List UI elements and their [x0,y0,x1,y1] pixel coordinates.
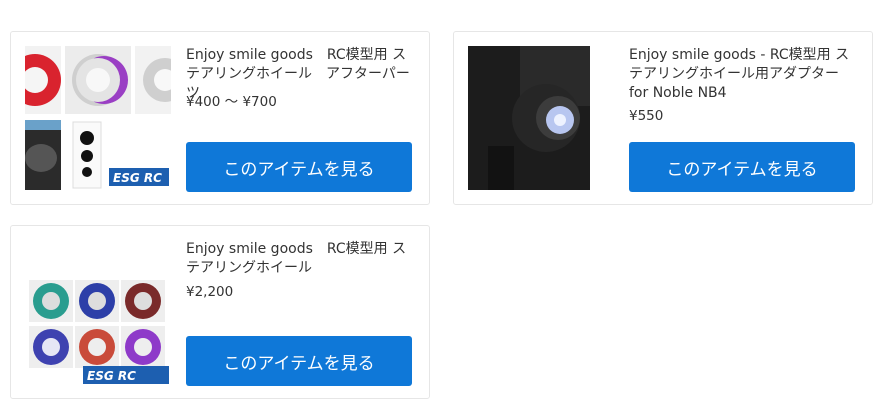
product-image-steering-wheel-parts[interactable]: ESG RC [25,46,171,190]
product-image-steering-wheels[interactable]: ESG RC [25,240,171,384]
product-title[interactable]: Enjoy smile goods RC模型用 ステアリングホイール [186,240,418,278]
svg-text:ESG RC: ESG RC [87,369,136,383]
product-image-steering-adapter[interactable] [468,46,614,190]
view-item-button[interactable]: このアイテムを見る [186,142,412,192]
product-price: ¥2,200 [186,284,234,300]
product-card: ESG RC Enjoy smile goods RC模型用 ステアリングホイー… [10,225,430,399]
product-card: ESG RC Enjoy smile goods RC模型用 ステアリングホイー… [10,31,430,205]
product-price: ¥550 [629,108,664,124]
view-item-button[interactable]: このアイテムを見る [186,336,412,386]
product-card: Enjoy smile goods - RC模型用 ステアリングホイール用アダプ… [453,31,873,205]
product-title[interactable]: Enjoy smile goods - RC模型用 ステアリングホイール用アダプ… [629,46,861,103]
svg-text:ESG RC: ESG RC [113,171,162,185]
view-item-button[interactable]: このアイテムを見る [629,142,855,192]
product-price: ¥400 ～ ¥700 [186,94,277,110]
